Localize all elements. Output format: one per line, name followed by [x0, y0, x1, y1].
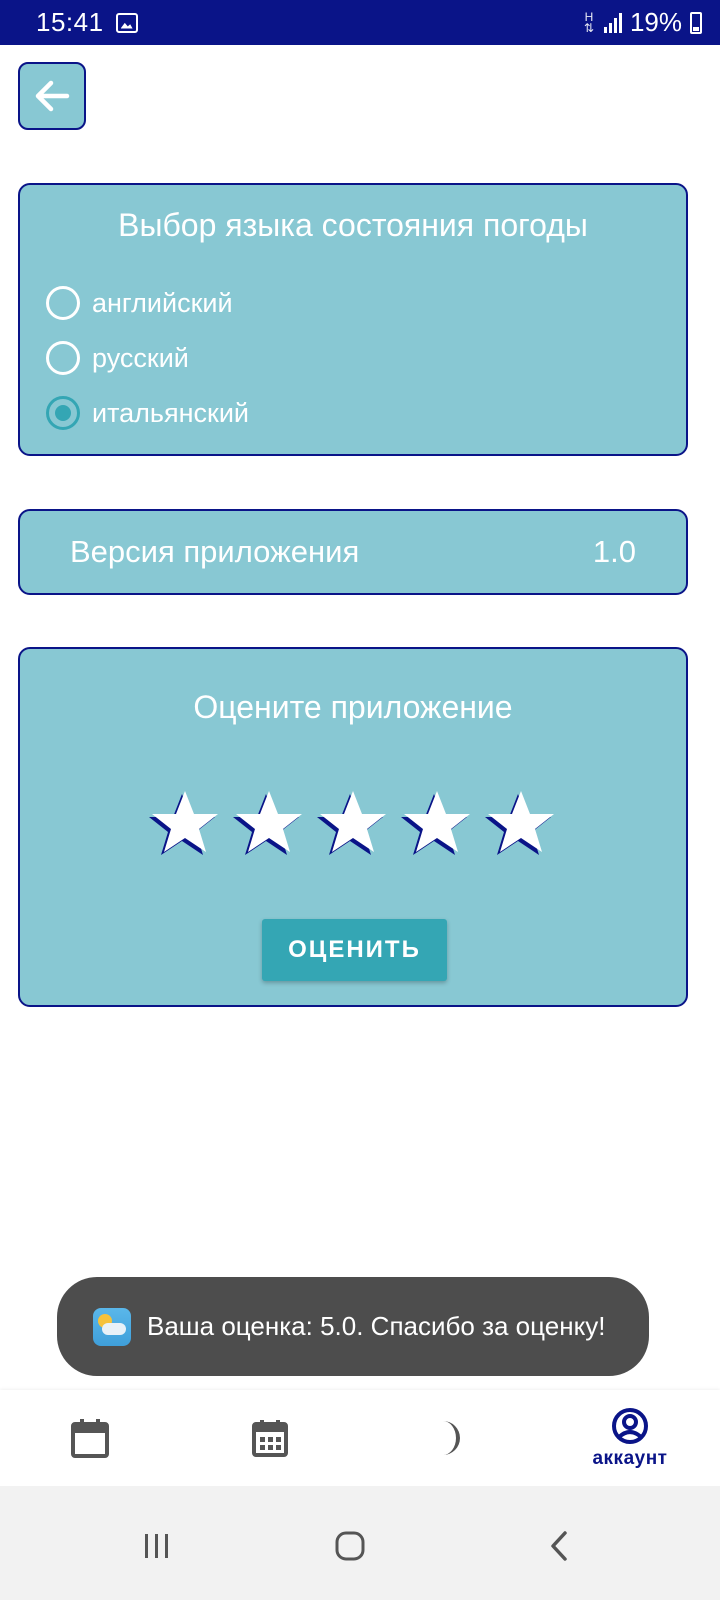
radio-label: итальянский — [92, 397, 249, 428]
recent-apps-button[interactable] — [127, 1516, 187, 1576]
radio-label: русский — [92, 342, 189, 373]
rate-card: Оцените приложение ОЦЕНИТЬ — [18, 647, 688, 1007]
calendar-icon — [71, 1419, 109, 1458]
star-icon[interactable] — [317, 787, 389, 857]
radio-option-russian[interactable]: русский — [46, 336, 189, 380]
status-indicators: H ⇅ 19% — [582, 7, 702, 38]
star-icon[interactable] — [233, 787, 305, 857]
star-icon[interactable] — [149, 787, 221, 857]
system-navigation-bar — [0, 1486, 720, 1600]
battery-percent: 19% — [629, 7, 682, 37]
version-value: 1.0 — [592, 534, 636, 569]
recent-apps-icon — [145, 1534, 168, 1558]
network-type: H — [584, 9, 594, 24]
version-label: Версия приложения — [70, 534, 360, 569]
version-card: Версия приложения 1.0 — [18, 509, 688, 595]
bottom-navigation: аккаунт — [0, 1390, 720, 1486]
radio-label: английский — [92, 287, 233, 318]
radio-option-english[interactable]: английский — [46, 281, 233, 325]
nav-item-calendar[interactable] — [40, 1390, 140, 1486]
radio-button-checked[interactable] — [46, 396, 80, 430]
language-card: Выбор языка состояния погоды английский … — [18, 183, 688, 456]
radio-button[interactable] — [46, 286, 80, 320]
rate-card-title: Оцените приложение — [193, 689, 513, 725]
status-bar: 15:41 H ⇅ 19% — [0, 0, 720, 45]
home-button[interactable] — [320, 1516, 380, 1576]
rating-bar[interactable] — [20, 787, 686, 857]
nav-item-account[interactable]: аккаунт — [570, 1390, 690, 1486]
rate-button[interactable]: ОЦЕНИТЬ — [262, 919, 447, 981]
back-nav-button[interactable] — [530, 1516, 590, 1576]
toast-message: Ваша оценка: 5.0. Спасибо за оценку! — [57, 1277, 649, 1376]
account-circle-icon — [612, 1408, 648, 1444]
calendar-grid-icon — [252, 1420, 288, 1457]
nav-item-moon[interactable] — [400, 1390, 500, 1486]
weather-app-icon — [93, 1307, 131, 1346]
arrow-left-icon — [35, 80, 70, 112]
nav-item-calendar-month[interactable] — [220, 1390, 320, 1486]
radio-option-italian[interactable]: итальянский — [46, 391, 249, 435]
back-button[interactable] — [18, 62, 86, 130]
signal-icon — [603, 12, 622, 33]
chevron-left-icon — [551, 1531, 567, 1561]
network-h-icon: H ⇅ — [583, 9, 594, 35]
star-icon[interactable] — [401, 787, 473, 857]
moon-icon — [443, 1421, 460, 1455]
home-icon — [335, 1531, 365, 1561]
gallery-icon — [115, 12, 138, 33]
radio-button[interactable] — [46, 341, 80, 375]
language-card-title: Выбор языка состояния погоды — [118, 207, 588, 243]
battery-icon — [690, 11, 702, 34]
star-icon[interactable] — [485, 787, 557, 857]
status-time: 15:41 — [36, 7, 104, 37]
nav-label-account: аккаунт — [592, 1448, 668, 1469]
toast-text: Ваша оценка: 5.0. Спасибо за оценку! — [147, 1311, 606, 1341]
